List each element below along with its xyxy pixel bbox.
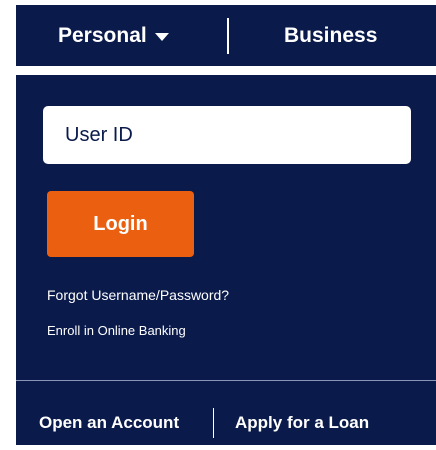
tab-divider: [227, 18, 229, 54]
tab-personal-label: Personal: [58, 24, 147, 47]
user-id-input[interactable]: User ID: [43, 106, 411, 164]
footer-divider: [213, 408, 214, 438]
forgot-username-password-link[interactable]: Forgot Username/Password?: [47, 287, 229, 303]
open-account-link[interactable]: Open an Account: [39, 413, 179, 433]
apply-loan-link[interactable]: Apply for a Loan: [235, 413, 369, 433]
enroll-online-banking-link[interactable]: Enroll in Online Banking: [47, 323, 186, 338]
account-type-tabs: Personal Business: [16, 5, 436, 66]
tab-business[interactable]: Business: [284, 21, 377, 51]
footer-separator: [16, 380, 436, 381]
login-widget: Personal Business User ID Login Forgot U…: [16, 5, 436, 445]
tab-personal[interactable]: Personal: [58, 21, 169, 51]
login-button[interactable]: Login: [47, 191, 194, 257]
login-panel: User ID Login Forgot Username/Password? …: [16, 75, 436, 445]
caret-down-icon: [154, 33, 169, 41]
